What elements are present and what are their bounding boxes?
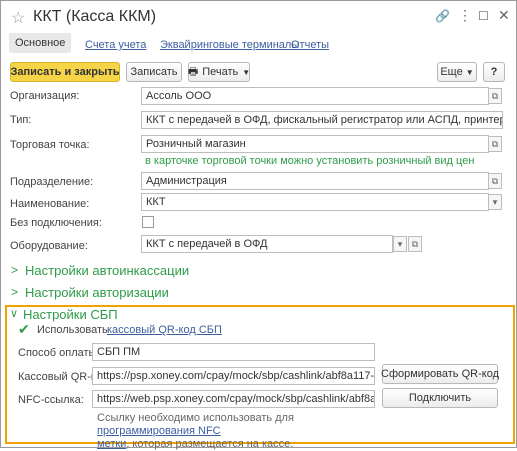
more-actions-icon[interactable]: ⋮: [458, 7, 472, 24]
name-field[interactable]: ККТ: [141, 193, 489, 211]
dropdown-arrow-icon[interactable]: ▾: [393, 236, 407, 252]
printer-icon: 🖶: [187, 65, 199, 78]
use-label: Использовать: [37, 324, 108, 336]
equip-field[interactable]: ККТ с передачей в ОФД: [141, 235, 393, 253]
generate-qr-button[interactable]: Сформировать QR-код: [381, 364, 499, 384]
nfc-field[interactable]: https://web.psp.xoney.com/cpay/mock/sbp/…: [92, 390, 375, 408]
tab-accounts[interactable]: Счета учета: [79, 36, 152, 54]
qr-sbp-link[interactable]: кассовый QR-код СБП: [107, 324, 222, 336]
pay-method-field[interactable]: СБП ПМ: [92, 343, 375, 361]
type-field[interactable]: ККТ с передачей в ОФД, фискальный регист…: [141, 111, 503, 129]
chevron-down-icon: ▼: [465, 67, 474, 77]
save-button[interactable]: Записать: [126, 62, 182, 82]
window-title: ККТ (Касса ККМ): [33, 8, 157, 25]
section-sbp[interactable]: Настройки СБП: [23, 307, 118, 322]
tab-acquiring[interactable]: Эквайринговые терминалы: [154, 36, 305, 54]
tab-reports[interactable]: Отчеты: [285, 36, 335, 54]
name-label: Наименование:: [10, 198, 90, 210]
nfc-label: NFC-ссылка:: [18, 394, 84, 406]
store-label: Торговая точка:: [10, 139, 90, 151]
org-field[interactable]: Ассоль ООО: [141, 87, 489, 105]
org-label: Организация:: [10, 90, 80, 102]
nfc-note: Ссылку необходимо использовать для прогр…: [97, 412, 367, 451]
dropdown-arrow-icon[interactable]: ▾: [488, 194, 502, 210]
nfc-programming-link[interactable]: программирования NFC: [97, 425, 221, 437]
offline-label: Без подключения:: [10, 217, 102, 229]
equip-label: Оборудование:: [10, 240, 88, 252]
nfc-note-text-2: , которая размещается на кассе.: [126, 438, 294, 450]
dept-field[interactable]: Администрация: [141, 172, 489, 190]
nfc-note-text-1: Ссылку необходимо использовать для: [97, 412, 294, 424]
open-icon[interactable]: ⧉: [488, 173, 502, 189]
more-button[interactable]: Еще ▼: [437, 62, 477, 82]
chevron-right-icon[interactable]: >: [11, 263, 18, 277]
type-label: Тип:: [10, 114, 32, 126]
save-close-button[interactable]: Записать и закрыть: [10, 62, 120, 82]
favorite-star-icon[interactable]: ☆: [11, 8, 25, 28]
connect-button[interactable]: Подключить: [382, 388, 498, 408]
open-icon[interactable]: ⧉: [488, 88, 502, 104]
close-icon[interactable]: ✕: [498, 7, 510, 24]
link-icon[interactable]: 🔗: [435, 9, 450, 23]
more-label: Еще: [440, 66, 463, 78]
chevron-down-icon[interactable]: ∨: [10, 307, 18, 320]
form-window: ☆ ККТ (Касса ККМ) 🔗 ⋮ ☐ ✕ Основное Счета…: [0, 0, 517, 451]
section-auth[interactable]: Настройки авторизации: [25, 285, 169, 300]
section-autoincass[interactable]: Настройки автоинкассации: [25, 263, 189, 278]
maximize-icon[interactable]: ☐: [478, 9, 489, 23]
qr-field[interactable]: https://psp.xoney.com/cpay/mock/sbp/cash…: [92, 367, 375, 385]
chevron-down-icon: ▼: [242, 67, 251, 77]
tab-main[interactable]: Основное: [9, 33, 72, 53]
dept-label: Подразделение:: [10, 176, 94, 188]
help-button[interactable]: ?: [483, 62, 505, 82]
print-button[interactable]: 🖶 Печать ▼: [188, 62, 250, 82]
pay-method-label: Способ оплаты:: [18, 347, 100, 359]
store-hint: в карточке торговой точки можно установи…: [145, 155, 475, 167]
open-icon[interactable]: ⧉: [408, 236, 422, 252]
open-icon[interactable]: ⧉: [488, 136, 502, 152]
chevron-right-icon[interactable]: >: [11, 285, 18, 299]
nfc-tag-link[interactable]: метки: [97, 438, 126, 450]
offline-checkbox[interactable]: [142, 216, 154, 228]
checkbox-checked-icon[interactable]: ✔: [18, 321, 30, 338]
print-label: Печать: [202, 66, 239, 78]
store-field[interactable]: Розничный магазин: [141, 135, 489, 153]
